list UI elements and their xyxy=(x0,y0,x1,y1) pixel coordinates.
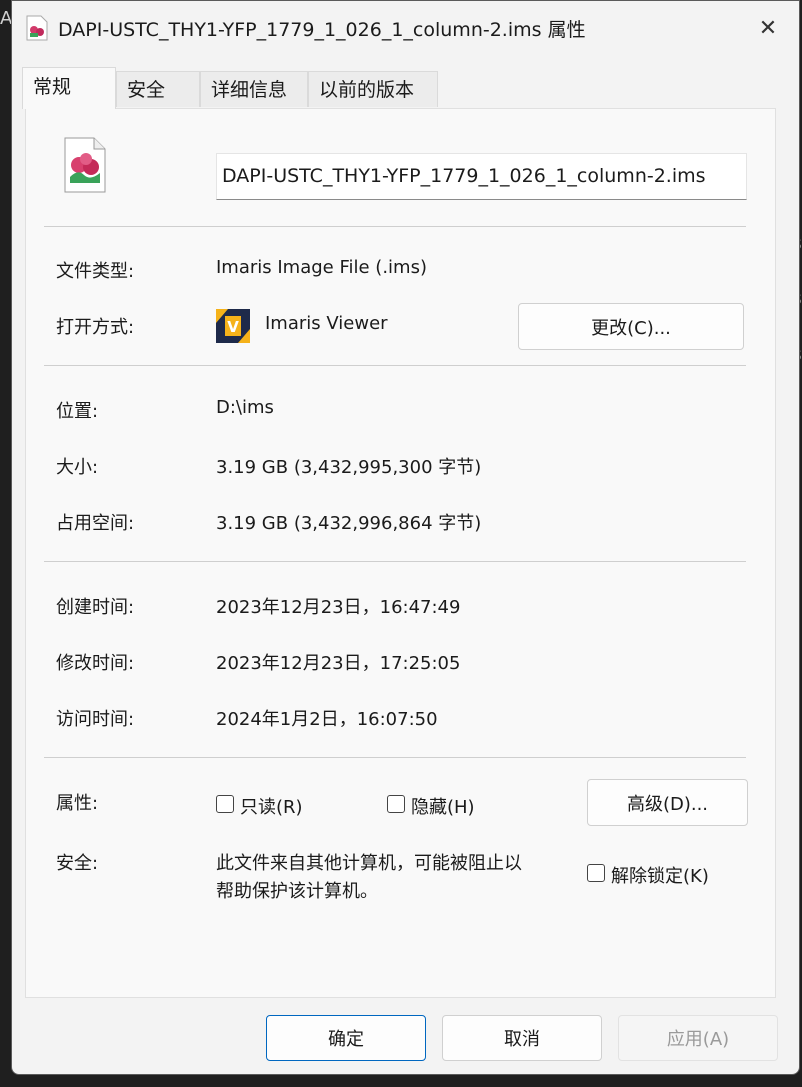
advanced-button[interactable]: 高级(D)... xyxy=(587,779,748,826)
size-label: 大小: xyxy=(56,457,99,478)
readonly-checkbox[interactable] xyxy=(216,795,234,813)
location-label: 位置: xyxy=(56,401,99,422)
ok-button[interactable]: 确定 xyxy=(266,1015,426,1061)
svg-text:V: V xyxy=(227,318,239,336)
title-bar[interactable]: DAPI-USTC_THY1-YFP_1779_1_026_1_column-2… xyxy=(12,1,799,55)
close-icon: ✕ xyxy=(758,15,778,41)
security-label: 安全: xyxy=(56,853,99,874)
apply-button[interactable]: 应用(A) xyxy=(618,1015,778,1061)
properties-dialog: DAPI-USTC_THY1-YFP_1779_1_026_1_column-2… xyxy=(11,0,800,1075)
hidden-checkbox[interactable] xyxy=(387,795,405,813)
modified-label: 修改时间: xyxy=(56,653,135,674)
tab-security[interactable]: 安全 xyxy=(116,71,200,107)
unblock-label[interactable]: 解除锁定(K) xyxy=(611,862,709,888)
tab-previous-versions[interactable]: 以前的版本 xyxy=(308,71,438,107)
divider xyxy=(44,561,746,562)
tab-details[interactable]: 详细信息 xyxy=(200,71,308,107)
imaris-viewer-icon: V xyxy=(216,309,250,343)
divider xyxy=(44,365,746,366)
change-button[interactable]: 更改(C)... xyxy=(518,303,744,350)
image-file-icon xyxy=(64,137,106,193)
general-panel: DAPI-USTC_THY1-YFP_1779_1_026_1_column-2… xyxy=(25,108,776,998)
size-value: 3.19 GB (3,432,995,300 字节) xyxy=(216,457,482,478)
file-type-label: 文件类型: xyxy=(56,261,135,282)
hidden-label[interactable]: 隐藏(H) xyxy=(411,793,475,819)
location-value: D:\ims xyxy=(216,397,274,418)
size-on-disk-label: 占用空间: xyxy=(56,513,135,534)
created-label: 创建时间: xyxy=(56,597,135,618)
attributes-label: 属性: xyxy=(56,793,99,814)
modified-value: 2023年12月23日，17:25:05 xyxy=(216,653,461,674)
file-type-value: Imaris Image File (.ims) xyxy=(216,257,427,278)
image-file-icon xyxy=(26,15,48,41)
accessed-value: 2024年1月2日，16:07:50 xyxy=(216,709,438,730)
security-text-line2: 帮助保护该计算机。 xyxy=(216,881,378,902)
window-title: DAPI-USTC_THY1-YFP_1779_1_026_1_column-2… xyxy=(58,19,586,41)
readonly-label[interactable]: 只读(R) xyxy=(240,793,303,819)
open-with-value: Imaris Viewer xyxy=(265,313,388,334)
size-on-disk-value: 3.19 GB (3,432,996,864 字节) xyxy=(216,513,482,534)
security-text-line1: 此文件来自其他计算机，可能被阻止以 xyxy=(216,853,522,874)
close-button[interactable]: ✕ xyxy=(737,1,799,55)
created-value: 2023年12月23日，16:47:49 xyxy=(216,597,461,618)
unblock-checkbox[interactable] xyxy=(587,864,605,882)
file-name-input[interactable]: DAPI-USTC_THY1-YFP_1779_1_026_1_column-2… xyxy=(216,153,747,200)
divider xyxy=(44,757,746,758)
tab-general[interactable]: 常规 xyxy=(22,67,116,109)
accessed-label: 访问时间: xyxy=(56,709,135,730)
divider xyxy=(44,226,746,227)
open-with-label: 打开方式: xyxy=(56,317,135,338)
cancel-button[interactable]: 取消 xyxy=(442,1015,602,1061)
